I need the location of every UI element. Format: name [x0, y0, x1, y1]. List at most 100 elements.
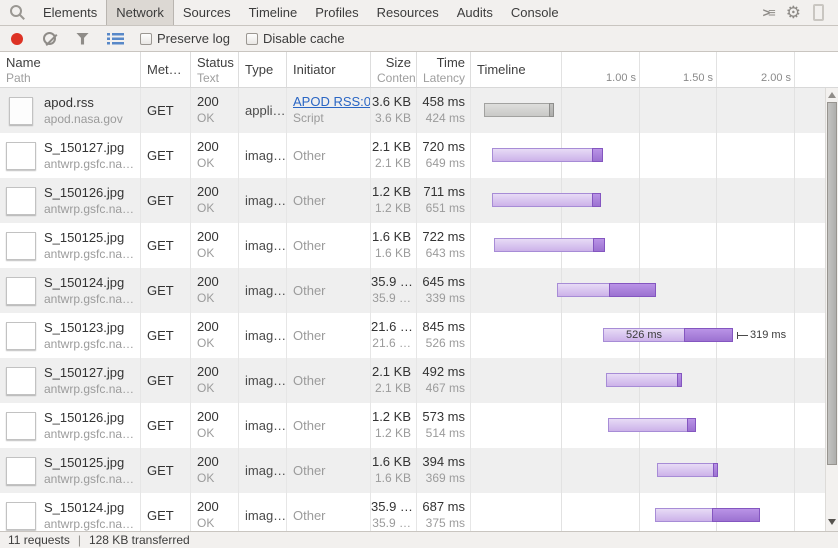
file-path: antwrp.gsfc.na… [44, 201, 134, 217]
timeline-bar[interactable] [657, 463, 718, 477]
method-value: GET [147, 373, 174, 389]
timeline-bar[interactable] [492, 193, 601, 207]
clear-button[interactable] [33, 26, 66, 51]
request-name: apod.rssapod.nasa.gov [44, 95, 123, 127]
request-name: S_150125.jpgantwrp.gsfc.na… [44, 230, 134, 262]
table-row[interactable]: S_150123.jpgantwrp.gsfc.na…GET200OKimag…… [0, 313, 838, 358]
tab-profiles[interactable]: Profiles [306, 0, 367, 25]
header-sub-label: Text [197, 71, 234, 85]
timeline-bar[interactable] [494, 238, 605, 252]
status-divider: | [78, 533, 81, 547]
column-header-method[interactable]: Met… [141, 52, 191, 87]
bar-download-segment [549, 103, 554, 117]
column-header-size[interactable]: SizeConten [371, 52, 417, 87]
column-header-name[interactable]: NamePath [0, 52, 141, 87]
initiator-value: Other [293, 283, 326, 298]
settings-gear-icon[interactable]: ⚙ [786, 3, 801, 23]
initiator-value: Other [293, 193, 326, 208]
timeline-bar[interactable]: 526 ms319 ms [603, 328, 733, 342]
file-name: S_150124.jpg [44, 275, 134, 291]
table-row[interactable]: apod.rssapod.nasa.govGET200OKappli…APOD … [0, 88, 838, 133]
initiator-cell: Other [287, 313, 371, 358]
timeline-bar[interactable] [606, 373, 682, 387]
timeline-bar[interactable] [484, 103, 554, 117]
name-cell: S_150125.jpgantwrp.gsfc.na… [0, 223, 141, 268]
column-header-time[interactable]: TimeLatency [417, 52, 471, 87]
name-cell: S_150126.jpgantwrp.gsfc.na… [0, 178, 141, 223]
request-name: S_150126.jpgantwrp.gsfc.na… [44, 185, 134, 217]
header-main-label: Initiator [293, 62, 336, 77]
table-row[interactable]: S_150124.jpgantwrp.gsfc.na…GET200OKimag…… [0, 268, 838, 313]
request-name: S_150127.jpgantwrp.gsfc.na… [44, 365, 134, 397]
type-value: imag… [245, 193, 286, 208]
tab-resources[interactable]: Resources [368, 0, 448, 25]
small-rows-icon [107, 32, 124, 45]
status-bar: 11 requests | 128 KB transferred [0, 531, 838, 548]
filter-button[interactable] [66, 26, 99, 51]
network-table: NamePathMet…StatusTextType Initiator SizeC… [0, 52, 838, 531]
initiator-value: Other [293, 508, 326, 523]
content-value: 35.9 … [371, 515, 411, 531]
type-cell: imag… [239, 448, 287, 493]
image-thumbnail-icon [6, 232, 36, 260]
table-row[interactable]: S_150127.jpgantwrp.gsfc.na…GET200OKimag…… [0, 133, 838, 178]
table-row[interactable]: S_150126.jpgantwrp.gsfc.na…GET200OKimag…… [0, 178, 838, 223]
method-value: GET [147, 103, 174, 119]
disable-cache-checkbox[interactable]: Disable cache [246, 31, 345, 46]
table-row[interactable]: S_150124.jpgantwrp.gsfc.na…GET200OKimag…… [0, 493, 838, 531]
timeline-bar[interactable] [492, 148, 603, 162]
status-text: OK [197, 110, 238, 126]
search-button[interactable] [0, 0, 34, 25]
initiator-link[interactable]: APOD RSS:0 [293, 94, 370, 110]
method-cell: GET [141, 493, 191, 531]
timeline-bar[interactable] [557, 283, 656, 297]
tab-audits[interactable]: Audits [448, 0, 502, 25]
timeline-bar[interactable] [608, 418, 696, 432]
column-header-type[interactable]: Type [239, 52, 287, 87]
table-row[interactable]: S_150126.jpgantwrp.gsfc.na…GET200OKimag…… [0, 403, 838, 448]
image-thumbnail-icon [6, 502, 36, 530]
content-value: 1.2 KB [371, 200, 411, 216]
tab-sources[interactable]: Sources [174, 0, 240, 25]
timeline-cell [471, 88, 838, 133]
latency-value: 643 ms [417, 245, 465, 261]
status-cell: 200OK [191, 223, 239, 268]
file-name: apod.rss [44, 95, 123, 111]
status-code: 200 [197, 229, 238, 245]
tab-timeline[interactable]: Timeline [240, 0, 307, 25]
status-text: OK [197, 200, 238, 216]
size-cell: 2.1 KB2.1 KB [371, 358, 417, 403]
tab-network[interactable]: Network [106, 0, 174, 25]
timeline-cell [471, 268, 838, 313]
size-value: 1.6 KB [371, 229, 411, 245]
bar-latency-segment [492, 148, 593, 162]
column-header-timeline[interactable]: Timeline1.00 s1.50 s2.00 s [471, 52, 838, 87]
console-drawer-icon[interactable]: >≡ [763, 5, 774, 20]
small-rows-button[interactable] [99, 26, 132, 51]
timeline-tick-label: 1.00 s [606, 72, 636, 84]
scrollbar-thumb[interactable] [827, 102, 837, 465]
scroll-down-arrow-icon[interactable] [828, 519, 836, 525]
column-header-status[interactable]: StatusText [191, 52, 239, 87]
table-row[interactable]: S_150127.jpgantwrp.gsfc.na…GET200OKimag…… [0, 358, 838, 403]
timeline-bar[interactable] [655, 508, 760, 522]
tab-elements[interactable]: Elements [34, 0, 106, 25]
method-cell: GET [141, 223, 191, 268]
vertical-scrollbar[interactable] [825, 88, 838, 531]
type-cell: imag… [239, 313, 287, 358]
type-value: appli… [245, 103, 285, 118]
column-header-initiator[interactable]: Initiator [287, 52, 371, 87]
table-row[interactable]: S_150125.jpgantwrp.gsfc.na…GET200OKimag…… [0, 448, 838, 493]
record-button[interactable] [0, 26, 33, 51]
size-cell: 35.9 …35.9 … [371, 268, 417, 313]
size-cell: 21.6 …21.6 … [371, 313, 417, 358]
preserve-log-checkbox[interactable]: Preserve log [140, 31, 230, 46]
time-value: 458 ms [417, 94, 465, 110]
device-mode-icon[interactable] [813, 4, 824, 21]
size-value: 1.2 KB [371, 184, 411, 200]
table-row[interactable]: S_150125.jpgantwrp.gsfc.na…GET200OKimag…… [0, 223, 838, 268]
method-cell: GET [141, 268, 191, 313]
request-name: S_150127.jpgantwrp.gsfc.na… [44, 140, 134, 172]
tab-console[interactable]: Console [502, 0, 568, 25]
scroll-up-arrow-icon[interactable] [828, 92, 836, 98]
